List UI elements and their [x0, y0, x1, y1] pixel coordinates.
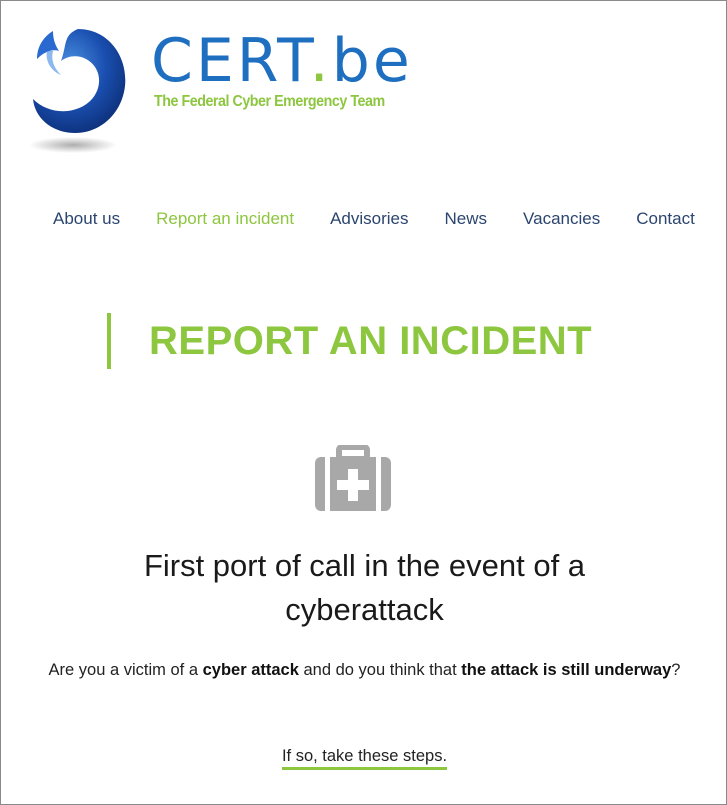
- first-aid-kit-icon: [315, 445, 391, 511]
- nav-contact[interactable]: Contact: [636, 209, 695, 229]
- lead-text-3: ?: [671, 661, 681, 679]
- headline: First port of call in the event of a cyb…: [143, 548, 586, 627]
- lead-bold-2: the attack is still underway: [461, 661, 672, 679]
- nav-report-incident[interactable]: Report an incident: [156, 209, 294, 229]
- cert-globe-icon: [29, 29, 126, 153]
- lead-paragraph: Are you a victim of a cyber attack and d…: [31, 653, 698, 688]
- title-accent-bar: [107, 313, 111, 369]
- page-title: REPORT AN INCIDENT: [149, 318, 593, 363]
- steps-block: If so, take these steps.: [1, 747, 726, 770]
- page-frame: CERT.be The Federal Cyber Emergency Team…: [0, 0, 727, 805]
- nav-advisories[interactable]: Advisories: [330, 209, 408, 229]
- cert-logo[interactable]: CERT.be The Federal Cyber Emergency Team: [23, 21, 443, 161]
- nav-vacancies[interactable]: Vacancies: [523, 209, 600, 229]
- logo-tagline: The Federal Cyber Emergency Team: [154, 93, 385, 110]
- page-title-block: REPORT AN INCIDENT: [107, 313, 592, 369]
- steps-link[interactable]: If so, take these steps.: [281, 747, 448, 770]
- lead-text-2: and do you think that: [298, 661, 462, 679]
- logo-wordmark: CERT.be: [151, 26, 413, 96]
- nav-about-us[interactable]: About us: [53, 209, 120, 229]
- lead-text-1: Are you a victim of a: [48, 661, 203, 679]
- main-nav: About us Report an incident Advisories N…: [53, 209, 695, 229]
- nav-news[interactable]: News: [445, 209, 488, 229]
- lead-bold-1: cyber attack: [202, 661, 299, 679]
